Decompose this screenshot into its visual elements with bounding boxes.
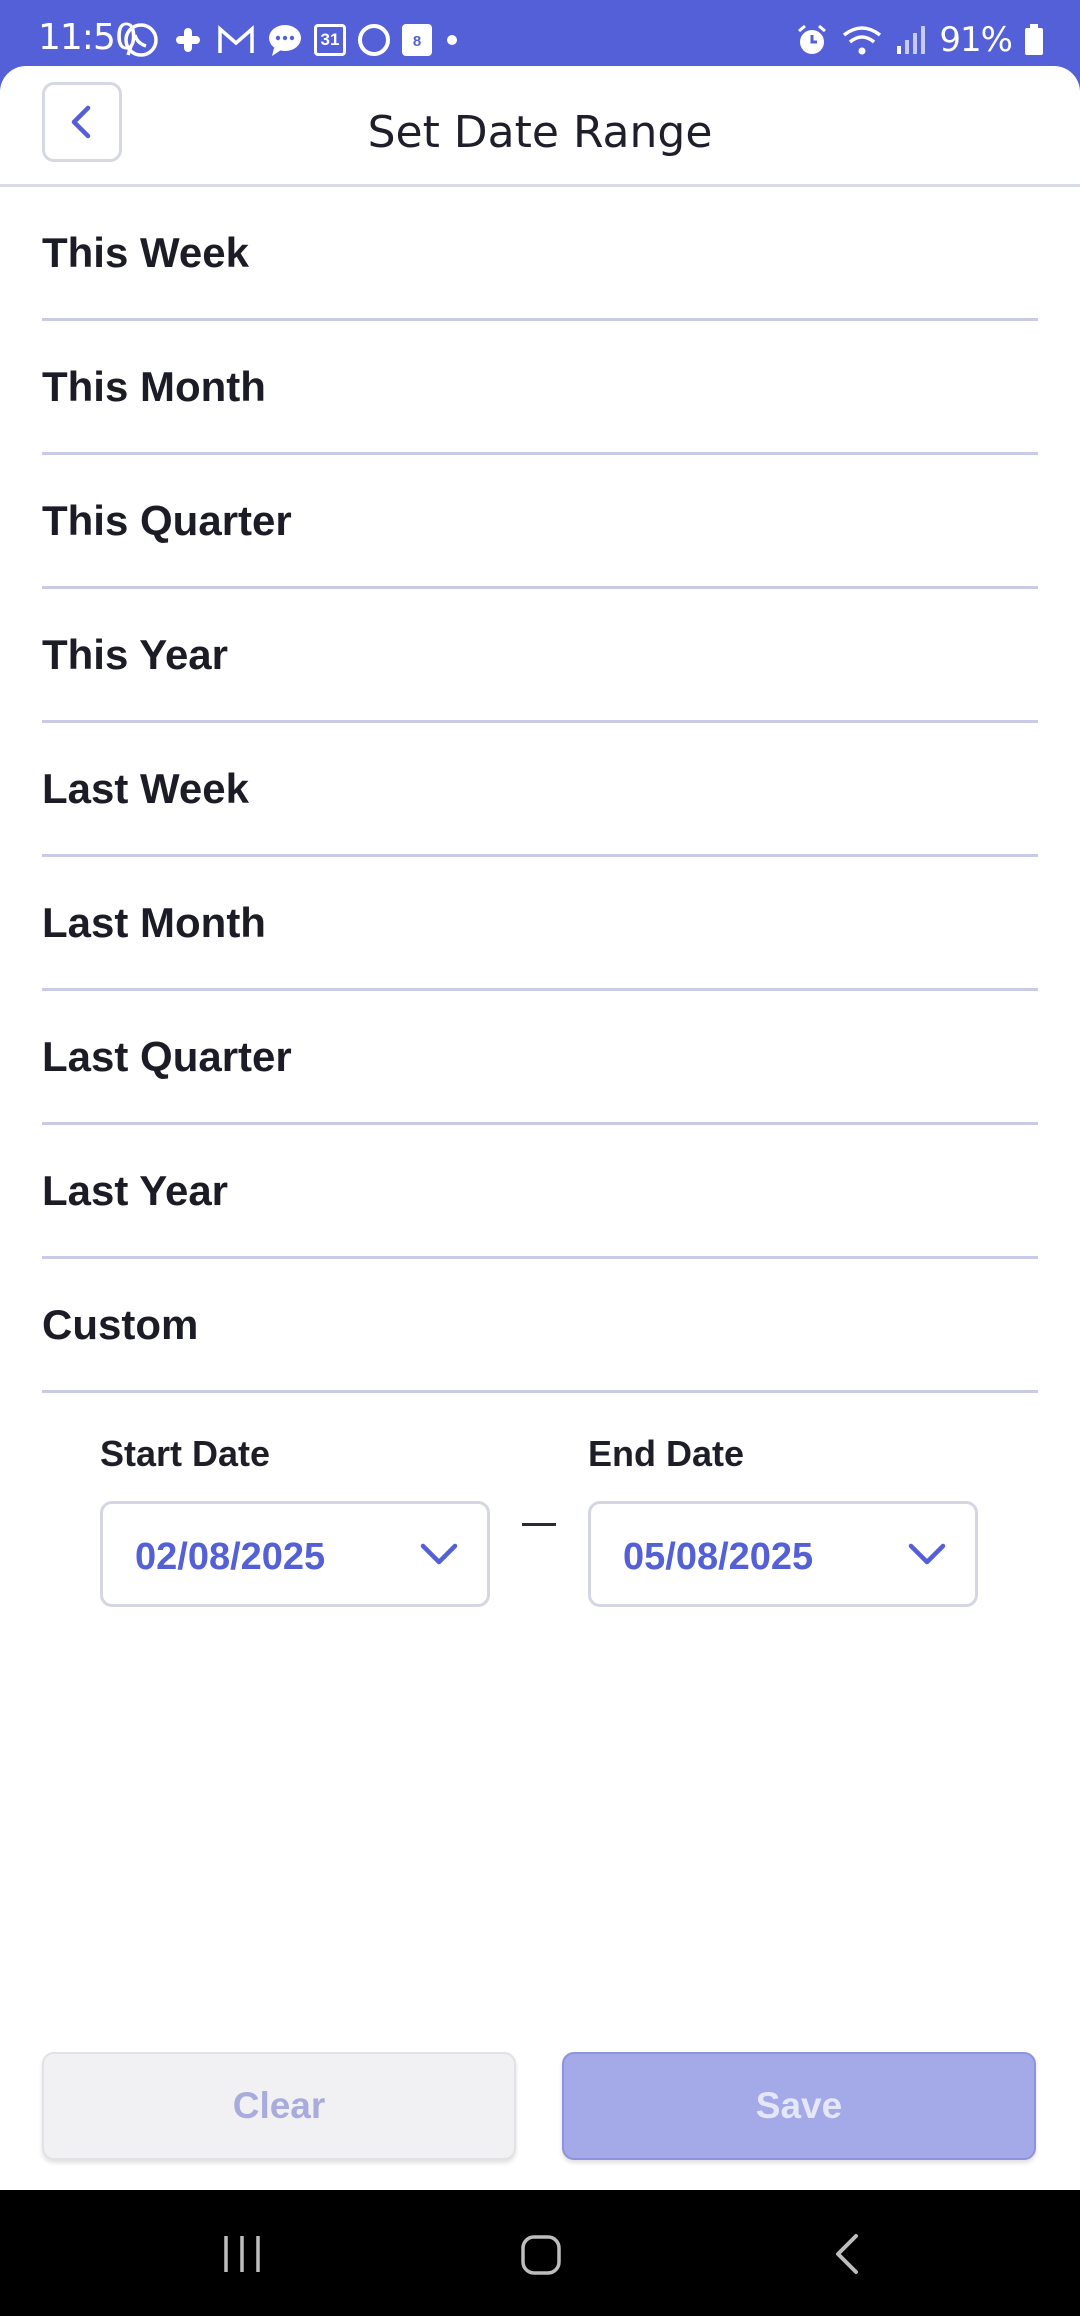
gmail-icon bbox=[218, 25, 254, 53]
back-button[interactable] bbox=[42, 82, 122, 162]
option-label: Custom bbox=[42, 1300, 199, 1348]
option-label: This Week bbox=[42, 228, 249, 276]
option-last-week[interactable]: Last Week bbox=[42, 723, 1038, 857]
chevron-down-icon bbox=[908, 1543, 946, 1565]
circle-app-icon bbox=[358, 24, 390, 56]
system-nav-bar bbox=[0, 2190, 1080, 2316]
custom-date-range: Start Date 02/08/2025 End Date 05/08/202… bbox=[100, 1431, 980, 1631]
clear-button[interactable]: Clear bbox=[42, 2052, 516, 2160]
start-date-label: Start Date bbox=[100, 1433, 271, 1474]
start-date-group: Start Date 02/08/2025 bbox=[100, 1431, 490, 1607]
messages-icon bbox=[269, 25, 301, 56]
start-date-value: 02/08/2025 bbox=[135, 1536, 326, 1578]
signal-icon bbox=[897, 26, 926, 54]
alarm-icon bbox=[798, 24, 827, 54]
save-button[interactable]: Save bbox=[562, 2052, 1036, 2160]
whatsapp-icon bbox=[124, 23, 158, 57]
notification-icons: 31 8 bbox=[122, 20, 462, 60]
option-this-week[interactable]: This Week bbox=[42, 187, 1038, 321]
option-label: Last Quarter bbox=[42, 1032, 292, 1080]
header: Set Date Range bbox=[0, 66, 1080, 187]
battery-text: 91% bbox=[939, 20, 1013, 60]
end-date-value: 05/08/2025 bbox=[623, 1536, 814, 1578]
option-this-year[interactable]: This Year bbox=[42, 589, 1038, 723]
wifi-icon bbox=[843, 26, 882, 55]
option-last-month[interactable]: Last Month bbox=[42, 857, 1038, 991]
battery-icon bbox=[1025, 24, 1043, 55]
chevron-left-icon bbox=[71, 105, 91, 139]
page-title: Set Date Range bbox=[367, 107, 713, 158]
dot-icon bbox=[447, 35, 457, 45]
option-label: Last Week bbox=[42, 764, 249, 812]
status-bar: 11:50 31 8 91% bbox=[0, 0, 1080, 72]
start-date-select[interactable]: 02/08/2025 bbox=[100, 1501, 490, 1607]
option-this-quarter[interactable]: This Quarter bbox=[42, 455, 1038, 589]
option-custom[interactable]: Custom bbox=[42, 1259, 1038, 1393]
date-range-sheet: Set Date Range This Week This Month This… bbox=[0, 66, 1080, 2190]
option-label: This Year bbox=[42, 630, 229, 678]
end-date-group: End Date 05/08/2025 bbox=[588, 1431, 978, 1607]
footer-actions: Clear Save bbox=[0, 2052, 1080, 2190]
range-separator bbox=[522, 1523, 556, 1526]
slack-icon bbox=[176, 28, 200, 52]
end-date-select[interactable]: 05/08/2025 bbox=[588, 1501, 978, 1607]
chevron-down-icon bbox=[420, 1543, 458, 1565]
option-label: Last Year bbox=[42, 1166, 229, 1214]
back-icon[interactable] bbox=[830, 2232, 862, 2276]
home-icon[interactable] bbox=[520, 2234, 562, 2276]
calendar-small-icon: 8 bbox=[402, 24, 432, 56]
calendar-icon: 31 bbox=[314, 24, 346, 56]
recent-apps-icon[interactable] bbox=[220, 2234, 264, 2274]
date-range-options: This Week This Month This Quarter This Y… bbox=[42, 187, 1038, 1393]
option-label: Last Month bbox=[42, 898, 266, 946]
system-icons: 91% bbox=[795, 20, 1044, 60]
option-label: This Month bbox=[42, 362, 266, 410]
end-date-label: End Date bbox=[588, 1433, 745, 1474]
option-last-quarter[interactable]: Last Quarter bbox=[42, 991, 1038, 1125]
option-label: This Quarter bbox=[42, 496, 292, 544]
option-last-year[interactable]: Last Year bbox=[42, 1125, 1038, 1259]
option-this-month[interactable]: This Month bbox=[42, 321, 1038, 455]
